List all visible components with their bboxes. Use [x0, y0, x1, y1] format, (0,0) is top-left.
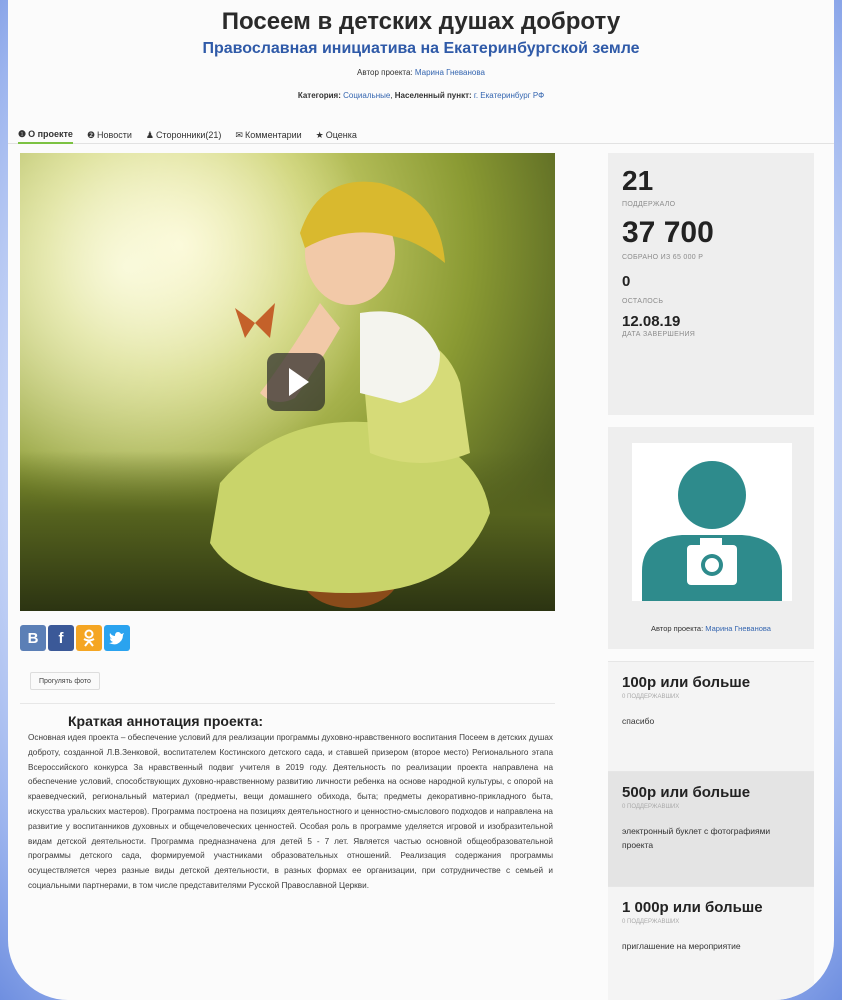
location-label: Населенный пункт:	[394, 91, 472, 100]
reward-backers: 0 ПОДДЕРЖАВШИХ	[622, 694, 680, 700]
tab-supporters[interactable]: ♟ Сторонники(21)	[146, 126, 222, 144]
author-label: Автор проекта:	[357, 68, 413, 77]
location-link[interactable]: г. Екатеринбург РФ	[474, 91, 544, 100]
reward-amount: 500р или больше	[622, 784, 751, 801]
supporters-count: 21	[622, 165, 654, 196]
reward-amount: 1 000р или больше	[622, 899, 763, 916]
tab-rating[interactable]: ★ Оценка	[316, 126, 357, 144]
category-link[interactable]: Социальные	[343, 91, 390, 100]
twitter-share-button[interactable]	[104, 625, 130, 651]
odnoklassniki-icon	[83, 629, 95, 647]
sidebar: 21 ПОДДЕРЖАЛО 37 700 СОБРАНО ИЗ 65 000 Р…	[608, 153, 814, 1000]
author-caption: Автор проекта: Марина Гневанова	[608, 624, 814, 633]
reward-100[interactable]: 100р или больше 0 ПОДДЕРЖАВШИХ спасибо	[608, 661, 814, 771]
category-line: Категория: Социальные, Населенный пункт:…	[297, 91, 545, 100]
avatar[interactable]	[632, 443, 792, 601]
project-header: Посеем в детских душах доброту Православ…	[8, 0, 834, 100]
end-date: 12.08.19	[622, 313, 681, 330]
tab-news-label: Новости	[97, 130, 132, 140]
annotation-text: Основная идея проекта – обеспечение усло…	[28, 733, 553, 890]
page-title: Посеем в детских душах доброту	[221, 8, 621, 35]
tab-about-label: О проекте	[28, 129, 73, 139]
funding-stats: 21 ПОДДЕРЖАЛО 37 700 СОБРАНО ИЗ 65 000 Р…	[608, 153, 814, 415]
reward-description: приглашение на мероприятие	[622, 941, 741, 951]
news-icon: ❷	[86, 129, 96, 140]
author-card: Автор проекта: Марина Гневанова	[608, 427, 814, 649]
facebook-share-button[interactable]: f	[48, 625, 74, 651]
page-subtitle: Православная инициатива на Екатеринбургс…	[202, 40, 640, 57]
tab-news[interactable]: ❷ Новости	[87, 126, 132, 144]
tab-comments[interactable]: ✉ Комментарии	[235, 126, 301, 144]
play-button[interactable]	[267, 353, 325, 411]
collected-label: СОБРАНО ИЗ 65 000 Р	[622, 254, 704, 261]
vk-share-button[interactable]: В	[20, 625, 46, 651]
author-caption-label: Автор проекта:	[651, 624, 704, 633]
avatar-placeholder-icon	[642, 461, 782, 601]
info-icon: ❶	[18, 128, 27, 139]
divider	[20, 703, 555, 704]
annotation-title: Краткая аннотация проекта:	[68, 713, 264, 729]
days-left-label: ОСТАЛОСЬ	[622, 298, 664, 305]
tab-supporters-label: Сторонники(21)	[155, 130, 222, 140]
end-date-label: ДАТА ЗАВЕРШЕНИЯ	[622, 331, 696, 338]
reward-description: спасибо	[622, 716, 655, 726]
collected-amount: 37 700	[622, 216, 714, 249]
reward-backers: 0 ПОДДЕРЖАВШИХ	[622, 804, 680, 810]
reward-500[interactable]: 500р или больше 0 ПОДДЕРЖАВШИХ электронн…	[608, 771, 814, 886]
annotation-section: Краткая аннотация проекта: Основная идея…	[28, 713, 553, 894]
page-frame: Посеем в детских душах доброту Православ…	[8, 0, 834, 1000]
reward-amount: 100р или больше	[622, 674, 751, 691]
author-line: Автор проекта: Марина Гневанова	[8, 68, 834, 77]
author-link[interactable]: Марина Гневанова	[415, 68, 485, 77]
category-label: Категория:	[297, 91, 341, 100]
author-caption-link[interactable]: Марина Гневанова	[705, 624, 771, 633]
reward-backers: 0 ПОДДЕРЖАВШИХ	[622, 919, 680, 925]
twitter-icon	[109, 632, 124, 645]
photo-button[interactable]: Прогулять фото	[30, 672, 100, 690]
tab-comments-label: Комментарии	[244, 130, 302, 140]
reward-1000[interactable]: 1 000р или больше 0 ПОДДЕРЖАВШИХ приглаш…	[608, 886, 814, 1000]
project-tabs: ❶ О проекте ❷ Новости ♟ Сторонники(21) ✉…	[8, 126, 834, 144]
tab-about[interactable]: ❶ О проекте	[18, 126, 73, 144]
share-buttons: В f	[20, 625, 130, 651]
reward-description: электронный буклет с фотографиями проект…	[622, 826, 771, 850]
star-icon: ★	[315, 129, 324, 140]
tab-rating-label: Оценка	[325, 130, 357, 140]
comment-icon: ✉	[235, 129, 243, 140]
project-video[interactable]	[20, 153, 555, 611]
supporters-label: ПОДДЕРЖАЛО	[622, 201, 676, 208]
odnoklassniki-share-button[interactable]	[76, 625, 102, 651]
days-left-count: 0	[622, 273, 631, 290]
user-icon: ♟	[145, 129, 154, 140]
